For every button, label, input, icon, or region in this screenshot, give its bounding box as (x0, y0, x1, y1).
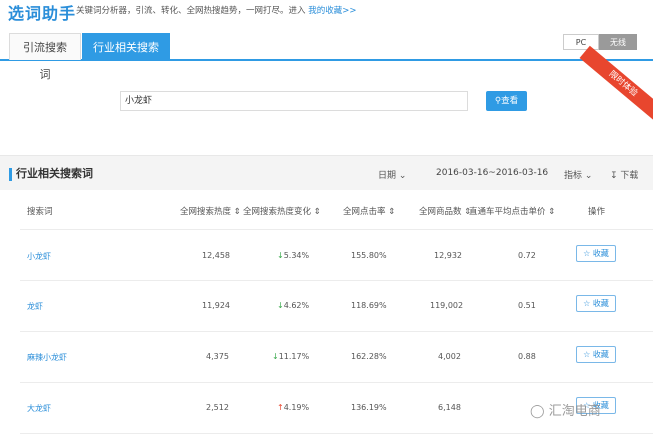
favorites-link[interactable]: 我的收藏>> (308, 6, 356, 16)
header-action: 操作 (588, 207, 606, 217)
app-description: 关键词分析器，引流、转化、全网热搜趋势，一网打尽。进入 我的收藏>> (76, 4, 356, 16)
metric-dropdown[interactable]: 指标 ⌄ (564, 168, 592, 181)
header-cpc-label: 直通车平均点击单价 (469, 207, 546, 217)
header-heat-label: 全网搜索热度 (180, 207, 232, 217)
favorite-label: 收藏 (592, 249, 609, 258)
row-divider (20, 229, 653, 230)
header-cpc[interactable]: 直通车平均点击单价 ⇕ (469, 205, 555, 217)
heat-change-value: 4.19% (283, 403, 310, 412)
download-label: 下载 (620, 171, 639, 181)
heat-change-value: 11.17% (278, 352, 310, 361)
star-icon: ☆ (583, 299, 591, 308)
date-label: 日期 (378, 171, 397, 181)
header-heat[interactable]: 全网搜索热度 ⇕ (180, 205, 241, 217)
favorite-button[interactable]: ☆ 收藏 (576, 295, 616, 312)
date-range[interactable]: 2016-03-16~2016-03-16 (436, 168, 548, 178)
heat-change: ↑4.19% (277, 403, 309, 412)
download-button[interactable]: ↧ 下载 (610, 168, 638, 181)
cpc-value: 0.72 (518, 251, 536, 260)
keyword-link[interactable]: 龙虾 (27, 301, 43, 312)
panel-title: 行业相关搜索词 (16, 167, 93, 180)
date-dropdown[interactable]: 日期 ⌄ (378, 168, 406, 181)
wechat-icon: ◯ (530, 404, 545, 419)
sort-icon: ⇕ (313, 207, 321, 217)
device-pc-toggle[interactable]: PC (563, 34, 599, 50)
row-divider (20, 331, 653, 332)
app-title: 选词助手 (8, 4, 77, 23)
top-bar: 选词助手 关键词分析器，引流、转化、全网热搜趋势，一网打尽。进入 我的收藏>> (0, 0, 653, 28)
search-button-label: 查看 (501, 96, 519, 106)
heat-change-value: 5.34% (283, 251, 310, 260)
keyword-link[interactable]: 麻辣小龙虾 (27, 352, 67, 363)
row-divider (20, 280, 653, 281)
heat-change-value: 4.62% (283, 301, 310, 310)
header-keyword: 搜索词 (27, 207, 53, 217)
row-divider (20, 382, 653, 383)
tab-traffic-keywords[interactable]: 引流搜索词 (9, 33, 81, 81)
heat-change: ↓11.17% (272, 352, 309, 361)
ctr-value: 136.19% (351, 403, 387, 412)
heat-value: 2,512 (206, 403, 229, 412)
header-heat-change-label: 全网搜索热度变化 (243, 207, 312, 217)
star-icon: ☆ (583, 249, 591, 258)
favorite-button[interactable]: ☆ 收藏 (576, 346, 616, 363)
heat-change: ↓5.34% (277, 251, 309, 260)
ctr-value: 118.69% (351, 301, 387, 310)
arrow-down-icon: ↓ (277, 301, 284, 310)
watermark: ◯ 汇淘电商 (530, 400, 601, 419)
arrow-down-icon: ↓ (272, 352, 279, 361)
header-heat-change[interactable]: 全网搜索热度变化 ⇕ (243, 205, 321, 217)
favorite-label: 收藏 (592, 350, 609, 359)
metric-label: 指标 (564, 171, 583, 181)
favorite-label: 收藏 (592, 299, 609, 308)
header-ctr[interactable]: 全网点击率 ⇕ (343, 205, 395, 217)
chevron-down-icon: ⌄ (584, 171, 593, 181)
items-value: 12,932 (434, 251, 462, 260)
panel-accent-bar (9, 168, 12, 181)
sort-icon: ⇕ (233, 207, 241, 217)
arrow-down-icon: ↓ (277, 251, 284, 260)
heat-value: 4,375 (206, 352, 229, 361)
tab-industry-keywords[interactable]: 行业相关搜索词 (82, 33, 170, 81)
clock-icon (640, 65, 651, 76)
description-text: 关键词分析器，引流、转化、全网热搜趋势，一网打尽。进入 (76, 6, 306, 16)
keyword-link[interactable]: 大龙虾 (27, 403, 51, 414)
header-items-label: 全网商品数 (419, 207, 462, 217)
sort-icon: ⇕ (388, 207, 396, 217)
star-icon: ☆ (583, 350, 591, 359)
header-ctr-label: 全网点击率 (343, 207, 386, 217)
watermark-text: 汇淘电商 (548, 404, 601, 419)
chevron-down-icon: ⌄ (398, 171, 407, 181)
keyword-link[interactable]: 小龙虾 (27, 251, 51, 262)
sort-icon: ⇕ (548, 207, 556, 217)
tab-bar: 引流搜索词 行业相关搜索词 (0, 33, 653, 81)
items-value: 6,148 (438, 403, 461, 412)
heat-value: 11,924 (202, 301, 230, 310)
device-wireless-toggle[interactable]: 无线 (599, 34, 637, 50)
favorite-button[interactable]: ☆ 收藏 (576, 245, 616, 262)
search-button[interactable]: ⚲查看 (486, 91, 527, 111)
ctr-value: 155.80% (351, 251, 387, 260)
arrow-up-icon: ↑ (277, 403, 284, 412)
heat-change: ↓4.62% (277, 301, 309, 310)
cpc-value: 0.88 (518, 352, 536, 361)
ctr-value: 162.28% (351, 352, 387, 361)
row-divider (20, 433, 653, 434)
heat-value: 12,458 (202, 251, 230, 260)
header-items[interactable]: 全网商品数 ⇕ (419, 205, 471, 217)
cpc-value: 0.51 (518, 301, 536, 310)
items-value: 119,002 (430, 301, 464, 310)
results-panel-header: 行业相关搜索词 日期 ⌄ 2016-03-16~2016-03-16 指标 ⌄ … (0, 155, 653, 190)
items-value: 4,002 (438, 352, 461, 361)
search-input[interactable]: 小龙虾 (120, 91, 468, 111)
download-icon: ↧ (610, 171, 618, 181)
